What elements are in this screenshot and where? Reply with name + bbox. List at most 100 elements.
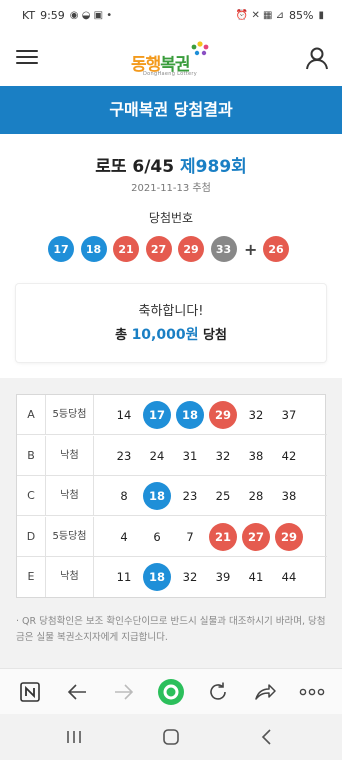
menu-button[interactable] — [16, 47, 38, 69]
ticket-number: 23 — [116, 448, 132, 463]
system-navigation-bar — [0, 714, 342, 760]
table-row: C 낙첨 8 18 23 25 28 38 — [17, 476, 327, 517]
ticket-numbers: 4 6 7 21 27 29 — [110, 517, 308, 557]
browser-toolbar — [0, 668, 342, 714]
ticket-number: 11 — [116, 570, 132, 585]
refresh-button[interactable] — [204, 678, 232, 706]
bonus-plus: + — [244, 239, 258, 259]
matched-number: 17 — [143, 401, 171, 429]
ticket-number: 8 — [120, 489, 128, 504]
ticket-numbers: 23 24 31 32 38 42 — [110, 436, 308, 476]
app-logo[interactable]: 동행복권 DongHaeng Lottery — [131, 40, 213, 80]
user-button[interactable] — [304, 45, 330, 71]
ticket-number: 32 — [248, 408, 264, 422]
ticket-number: 39 — [215, 570, 231, 585]
prize-total: 총 10,000원 당첨 — [16, 324, 326, 344]
matched-number: 18 — [176, 401, 204, 429]
prize-prefix: 총 — [115, 328, 128, 343]
winning-numbers: 17 18 21 27 29 33 +26 — [48, 236, 296, 262]
winning-ball: 18 — [80, 236, 107, 262]
ticket-number: 38 — [281, 489, 297, 504]
logo-subtitle: DongHaeng Lottery — [143, 71, 197, 77]
ticket-number: 14 — [116, 408, 132, 422]
hamburger-icon — [16, 50, 38, 52]
status-right: ⏰ ✕ ▦ ⊿ 85% ▮ — [236, 9, 324, 22]
recent-apps-button[interactable] — [59, 724, 89, 750]
game-title: 로또 6/45 제989회 — [0, 152, 342, 177]
notification-icons: ◉ ◒ ▣ • — [69, 10, 113, 21]
ticket-number: 7 — [186, 529, 194, 544]
ticket-letter: D — [17, 516, 46, 557]
matched-number: 18 — [143, 482, 171, 511]
green-circle-icon — [158, 679, 184, 705]
ticket-status: 낙첨 — [46, 476, 94, 517]
ticket-letter: C — [17, 476, 46, 517]
forward-button[interactable] — [110, 678, 138, 706]
notice-text: · QR 당첨확인은 보조 확인수단이므로 반드시 실물과 대조하시기 바라며,… — [16, 616, 326, 643]
matched-number: 27 — [242, 522, 270, 551]
winning-numbers-label: 당첨번호 — [148, 211, 194, 225]
ticket-letter: B — [17, 435, 46, 476]
battery-icon: ▮ — [318, 10, 324, 21]
table-row: A 5등당첨 14 17 18 29 32 37 — [17, 395, 327, 435]
home-nav-icon — [163, 729, 179, 745]
table-row: E 낙첨 11 18 32 39 41 44 — [17, 557, 327, 598]
game-name: 로또 6/45 — [95, 157, 175, 177]
carrier-label: KT — [22, 9, 36, 22]
ticket-number: 41 — [248, 570, 264, 585]
naver-n-icon — [20, 682, 40, 702]
draw-summary: 로또 6/45 제989회 2021-11-13 추첨 당첨번호 17 18 21 2… — [0, 134, 342, 378]
prize-amount: 10,000원 — [131, 327, 199, 343]
ticket-numbers: 11 18 32 39 41 44 — [110, 557, 308, 597]
clock: 9:59 — [40, 9, 65, 22]
ticket-number: 32 — [215, 448, 231, 463]
back-nav-button[interactable] — [251, 724, 281, 750]
battery-level: 85% — [289, 9, 314, 22]
more-button[interactable] — [298, 678, 326, 706]
home-nav-button[interactable] — [156, 724, 186, 750]
ticket-number: 24 — [149, 448, 165, 463]
status-bar: KT 9:59 ◉ ◒ ▣ • ⏰ ✕ ▦ ⊿ 85% ▮ — [0, 0, 342, 34]
user-icon — [306, 47, 328, 70]
ticket-number: 38 — [248, 448, 264, 463]
back-nav-icon — [261, 729, 271, 745]
more-dots-icon — [299, 688, 325, 696]
ticket-number: 44 — [281, 570, 297, 585]
ticket-status: 5등당첨 — [46, 395, 94, 435]
winning-ball: 33 — [210, 236, 237, 262]
app-header: 동행복권 DongHaeng Lottery — [0, 34, 342, 86]
winning-ball: 21 — [113, 236, 139, 262]
page-title: 구매복권 당첨결과 — [0, 86, 342, 134]
ticket-numbers: 14 17 18 29 32 37 — [110, 395, 308, 435]
ticket-number: 42 — [281, 448, 297, 463]
home-button[interactable] — [157, 678, 185, 706]
ticket-number: 37 — [281, 408, 297, 422]
arrow-left-icon — [67, 684, 86, 700]
winning-ball: 27 — [145, 236, 172, 262]
system-icons: ⏰ ✕ ▦ ⊿ — [235, 10, 285, 21]
ticket-status: 5등당첨 — [46, 516, 94, 557]
naver-n-button[interactable] — [16, 678, 44, 706]
table-row: D 5등당첨 4 6 7 21 27 29 — [17, 516, 327, 557]
matched-number: 29 — [209, 401, 237, 429]
matched-number: 18 — [143, 563, 171, 592]
share-icon — [255, 684, 276, 700]
ticket-status: 낙첨 — [46, 435, 94, 476]
matched-number: 21 — [209, 522, 237, 551]
ticket-letter: E — [17, 557, 46, 598]
recent-apps-icon — [67, 731, 81, 743]
ticket-number: 23 — [182, 489, 198, 504]
winning-ball: 29 — [178, 236, 204, 262]
ticket-numbers: 8 18 23 25 28 38 — [110, 476, 308, 516]
back-button[interactable] — [63, 678, 91, 706]
bonus-ball: 26 — [263, 236, 289, 262]
status-left: KT 9:59 ◉ ◒ ▣ • — [22, 9, 112, 22]
share-button[interactable] — [251, 678, 279, 706]
ticket-letter: A — [17, 395, 46, 435]
ticket-number: 32 — [182, 570, 198, 585]
arrow-right-icon — [115, 684, 134, 700]
ticket-number: 25 — [215, 489, 231, 504]
draw-date: 2021-11-13 추첨 — [131, 183, 211, 194]
prize-box: 축하합니다! 총 10,000원 당첨 — [16, 284, 326, 362]
winning-ball: 17 — [48, 236, 74, 262]
